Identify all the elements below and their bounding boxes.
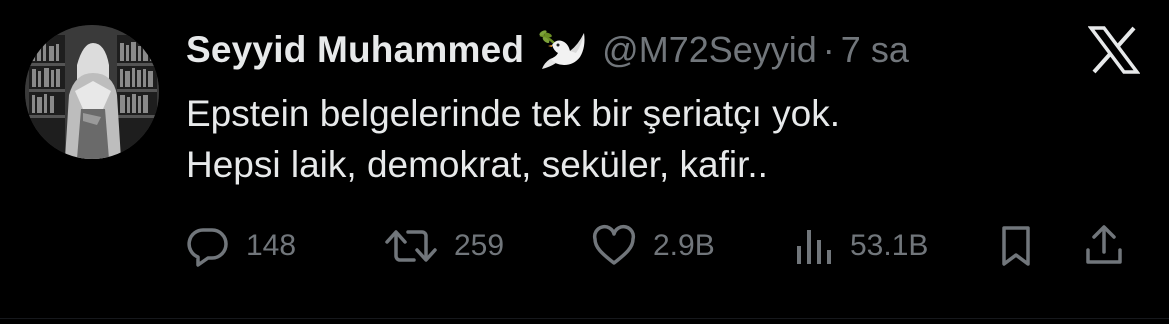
reply-icon: [186, 224, 230, 268]
share-icon: [1084, 224, 1124, 268]
bookmark-button[interactable]: [998, 222, 1034, 270]
tweet-text: Epstein belgelerinde tek bir şeriatçı yo…: [186, 88, 1086, 190]
author-handle[interactable]: @M72Seyyid: [602, 29, 817, 71]
retweet-button[interactable]: 259: [384, 222, 504, 270]
tweet-text-line: Hepsi laik, demokrat, seküler, kafir..: [186, 144, 768, 185]
divider: [0, 318, 1169, 319]
tweet-text-line: Epstein belgelerinde tek bir şeriatçı yo…: [186, 93, 841, 134]
x-logo-icon[interactable]: [1087, 26, 1141, 74]
reply-button[interactable]: 148: [186, 222, 296, 270]
views-count: 53.1B: [850, 229, 929, 262]
tweet-header: Seyyid Muhammed @M72Seyyid · 7 sa: [186, 24, 909, 76]
action-bar: 148 259 2.9B 53.1B: [186, 222, 1146, 270]
separator-dot: ·: [822, 29, 835, 70]
views-chart-icon: [794, 224, 834, 268]
avatar[interactable]: [25, 25, 159, 159]
bookmark-icon: [998, 224, 1034, 268]
heart-icon: [591, 224, 637, 268]
retweet-count: 259: [454, 229, 505, 262]
avatar-image: [25, 25, 159, 159]
views-button[interactable]: 53.1B: [794, 222, 928, 270]
tweet-time[interactable]: 7 sa: [841, 29, 909, 71]
like-count: 2.9B: [653, 229, 715, 262]
retweet-icon: [384, 224, 438, 268]
display-name[interactable]: Seyyid Muhammed: [186, 29, 524, 71]
reply-count: 148: [246, 229, 297, 262]
tweet[interactable]: Seyyid Muhammed @M72Seyyid · 7 sa Epstei…: [0, 0, 1169, 324]
dove-with-olive-branch-icon: [538, 27, 588, 73]
share-button[interactable]: [1084, 222, 1124, 270]
like-button[interactable]: 2.9B: [591, 222, 715, 270]
